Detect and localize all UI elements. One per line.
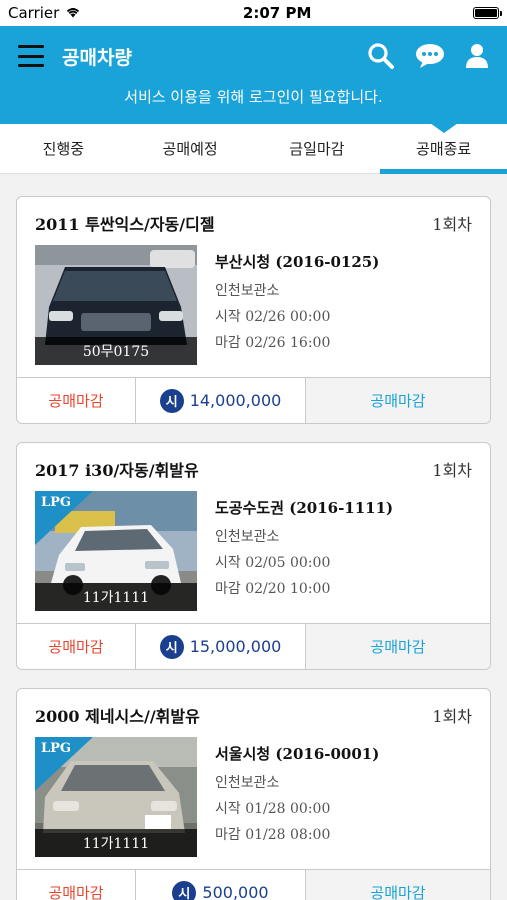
license-plate: 11가1111 <box>35 829 197 857</box>
vehicle-photo[interactable]: 50무0175 <box>35 245 197 365</box>
start-time: 시작 01/28 00:00 <box>215 801 331 817</box>
auction-round: 1회차 <box>432 707 472 726</box>
start-time: 시작 02/26 00:00 <box>215 309 331 325</box>
vehicle-photo[interactable]: LPG 11가1111 <box>35 737 197 857</box>
listing-card[interactable]: 2000 제네시스//휘발유 1회차 LPG 11가1111 서울시청 (201… <box>16 688 491 900</box>
auction-closed-button[interactable]: 공매마감 <box>306 870 490 900</box>
end-time: 마감 01/28 08:00 <box>215 827 331 843</box>
storage-location: 인천보관소 <box>215 529 280 545</box>
price-cell: 시 500,000 <box>136 870 306 900</box>
tab-scheduled[interactable]: 공매예정 <box>127 124 254 173</box>
lpg-label: LPG <box>41 495 72 510</box>
search-icon[interactable] <box>367 42 395 70</box>
end-time: 마감 02/26 16:00 <box>215 335 331 351</box>
start-time: 시작 02/05 00:00 <box>215 555 331 571</box>
price-cell: 시 14,000,000 <box>136 378 306 423</box>
clock: 2:07 PM <box>242 4 312 22</box>
vehicle-title: 2017 i30/자동/휘발유 <box>35 461 199 480</box>
carrier-label: Carrier <box>8 4 60 22</box>
listing-list: 2011 투싼익스/자동/디젤 1회차 50무0175 부산시청 (2016-0… <box>0 174 507 900</box>
price-badge-icon: 시 <box>172 880 197 900</box>
tab-closing-today[interactable]: 금일마감 <box>254 124 381 173</box>
seller-org: 서울시청 (2016-0001) <box>215 745 380 763</box>
menu-icon[interactable] <box>18 45 44 67</box>
user-icon[interactable] <box>465 43 489 69</box>
battery-icon <box>472 7 502 19</box>
seller-org: 부산시청 (2016-0125) <box>215 253 380 271</box>
listing-card[interactable]: 2011 투싼익스/자동/디젤 1회차 50무0175 부산시청 (2016-0… <box>16 196 491 424</box>
auction-status: 공매마감 <box>17 870 136 900</box>
wifi-icon <box>65 4 81 22</box>
vehicle-title: 2000 제네시스//휘발유 <box>35 707 200 726</box>
vehicle-title: 2011 투싼익스/자동/디젤 <box>35 215 215 234</box>
auction-round: 1회차 <box>432 215 472 234</box>
login-notice[interactable]: 서비스 이용을 위해 로그인이 필요합니다. <box>0 86 507 107</box>
price-value: 14,000,000 <box>189 391 282 410</box>
auction-status: 공매마감 <box>17 624 136 669</box>
listing-card[interactable]: 2017 i30/자동/휘발유 1회차 LPG 11가1111 도공수도권 (2… <box>16 442 491 670</box>
auction-status: 공매마감 <box>17 378 136 423</box>
price-value: 500,000 <box>202 883 269 900</box>
license-plate: 50무0175 <box>35 337 197 365</box>
storage-location: 인천보관소 <box>215 775 280 791</box>
status-bar: Carrier 2:07 PM <box>0 0 507 26</box>
tab-bar: 진행중 공매예정 금일마감 공매종료 <box>0 123 507 174</box>
license-plate: 11가1111 <box>35 583 197 611</box>
price-badge-icon: 시 <box>159 634 184 659</box>
tab-in-progress[interactable]: 진행중 <box>0 124 127 173</box>
seller-org: 도공수도권 (2016-1111) <box>215 499 394 517</box>
vehicle-photo[interactable]: LPG 11가1111 <box>35 491 197 611</box>
storage-location: 인천보관소 <box>215 283 280 299</box>
auction-closed-button[interactable]: 공매마감 <box>306 624 490 669</box>
auction-closed-button[interactable]: 공매마감 <box>306 378 490 423</box>
app-header: 공매차량 서비스 이용을 위해 로그인이 필요합니다. <box>0 26 507 124</box>
tab-ended[interactable]: 공매종료 <box>380 123 507 174</box>
page-title: 공매차량 <box>62 46 132 69</box>
chat-icon[interactable] <box>415 43 445 69</box>
price-badge-icon: 시 <box>159 388 184 413</box>
lpg-label: LPG <box>41 741 72 756</box>
price-cell: 시 15,000,000 <box>136 624 306 669</box>
auction-round: 1회차 <box>432 461 472 480</box>
end-time: 마감 02/20 10:00 <box>215 581 331 597</box>
price-value: 15,000,000 <box>189 637 282 656</box>
